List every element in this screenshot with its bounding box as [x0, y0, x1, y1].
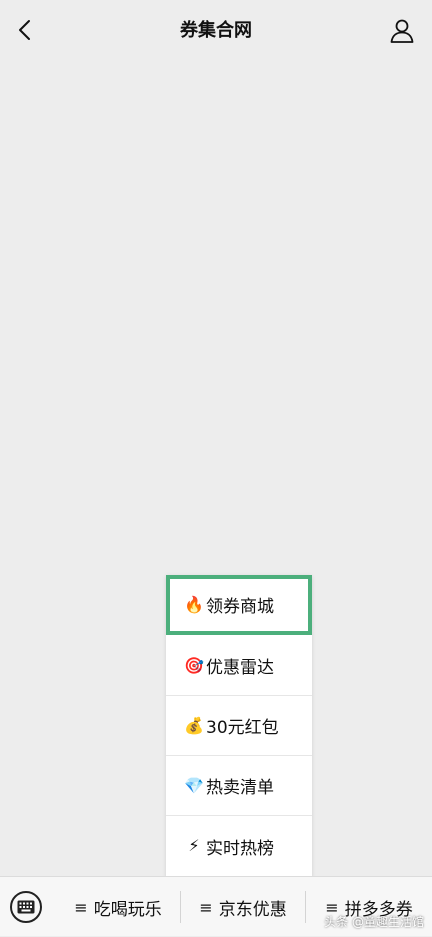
diamond-icon: 💎: [184, 775, 204, 795]
keyboard-icon: [17, 900, 35, 914]
fire-icon: 🔥: [184, 594, 204, 614]
tab-label: 吃喝玩乐: [93, 899, 162, 920]
target-icon: 🎯: [184, 655, 204, 675]
lightning-icon: ⚡: [188, 836, 200, 855]
page-title: 券集合网: [180, 20, 252, 41]
menu-item-discount-radar[interactable]: 🎯 优惠雷达: [166, 636, 312, 696]
menu-lines-icon: ≡: [199, 897, 213, 917]
menu-item-realtime-ranking[interactable]: ⚡ 实时热榜: [166, 816, 312, 876]
money-bag-icon: 💰: [184, 715, 204, 735]
menu-item-label: 优惠雷达: [206, 658, 274, 678]
top-nav-bar: 券集合网: [0, 0, 432, 60]
popup-menu: 🔥 领券商城 🎯 优惠雷达 💰 30元红包 💎 热卖清单 ⚡ 实时热榜: [166, 575, 312, 877]
menu-item-label: 实时热榜: [206, 838, 274, 859]
menu-item-label: 领券商城: [206, 597, 274, 617]
menu-item-hot-list[interactable]: 💎 热卖清单: [166, 756, 312, 816]
menu-item-red-packet[interactable]: 💰 30元红包: [166, 696, 312, 756]
menu-lines-icon: ≡: [74, 897, 88, 917]
profile-button[interactable]: [388, 17, 416, 45]
tab-jd-discount[interactable]: ≡ 京东优惠: [181, 877, 305, 937]
bottom-menu-bar: ≡ 吃喝玩乐 ≡ 京东优惠 ≡ 拼多多券 头条 @童趣生活馆: [0, 876, 432, 936]
menu-item-label: 30元红包: [206, 718, 279, 738]
tab-label: 京东优惠: [218, 899, 287, 920]
menu-item-label: 热卖清单: [206, 778, 274, 798]
tab-food-fun[interactable]: ≡ 吃喝玩乐: [56, 877, 180, 937]
user-icon: [390, 19, 414, 43]
menu-item-coupon-mall[interactable]: 🔥 领券商城: [166, 575, 312, 635]
keyboard-toggle-button[interactable]: [10, 891, 42, 923]
watermark: 头条 @童趣生活馆: [324, 915, 424, 929]
